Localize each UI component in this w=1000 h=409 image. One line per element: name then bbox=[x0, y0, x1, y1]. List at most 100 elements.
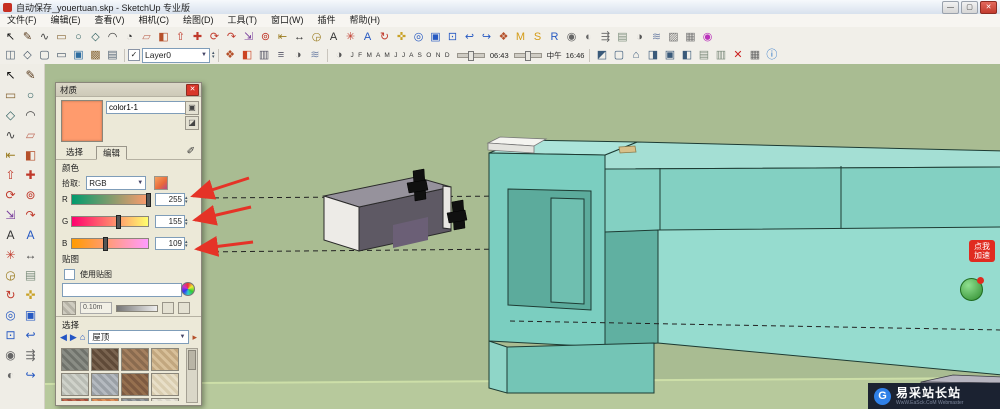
material-swatch-gray-tiles[interactable] bbox=[91, 373, 119, 396]
texture-lock-button[interactable] bbox=[162, 302, 174, 314]
blue-spinner[interactable]: ▴▾ bbox=[185, 240, 188, 248]
shaded-textures-icon[interactable]: ▩ bbox=[87, 47, 104, 63]
display-secondary-pane-button[interactable]: ◪ bbox=[185, 116, 199, 130]
material-name-input[interactable] bbox=[106, 101, 186, 114]
zoom-extents-icon[interactable]: ⊡ bbox=[1, 326, 20, 345]
look-around-icon[interactable]: ◐ bbox=[580, 29, 597, 45]
color-chip-icon[interactable] bbox=[154, 176, 168, 190]
left-view-icon[interactable]: ◧ bbox=[678, 47, 695, 63]
walk-icon[interactable]: ⇶ bbox=[21, 346, 40, 365]
offset-icon[interactable]: ⊚ bbox=[257, 29, 274, 45]
freehand-icon[interactable]: ∿ bbox=[36, 29, 53, 45]
back-arrow-icon[interactable]: ◀ bbox=[60, 332, 67, 343]
rotate-icon[interactable]: ⟳ bbox=[1, 186, 20, 205]
dimension-icon[interactable]: ↔ bbox=[21, 246, 40, 265]
move-icon[interactable]: ✚ bbox=[189, 29, 206, 45]
spin-down-icon[interactable]: ▾ bbox=[212, 55, 215, 59]
color-wheel-icon[interactable] bbox=[181, 282, 195, 296]
minimize-button[interactable]: — bbox=[942, 1, 959, 14]
wireframe-icon[interactable]: ▢ bbox=[36, 47, 53, 63]
tab-select[interactable]: 选择 bbox=[60, 146, 89, 158]
offset-icon[interactable]: ⊚ bbox=[21, 186, 40, 205]
back-edges-icon[interactable]: ◇ bbox=[19, 47, 36, 63]
tab-edit[interactable]: 编辑 bbox=[96, 146, 127, 160]
zoom-window-icon[interactable]: ▣ bbox=[427, 29, 444, 45]
polygon-icon[interactable]: ◇ bbox=[87, 29, 104, 45]
select-icon[interactable]: ↖ bbox=[1, 66, 20, 85]
instructor-info-icon[interactable]: ⓘ bbox=[763, 47, 780, 63]
freehand-icon[interactable]: ∿ bbox=[1, 126, 20, 145]
position-camera-icon[interactable]: ◉ bbox=[563, 29, 580, 45]
dimension-icon[interactable]: ↔ bbox=[291, 29, 308, 45]
zoom-extents-icon[interactable]: ⊡ bbox=[444, 29, 461, 45]
scenes-icon[interactable]: ▦ bbox=[746, 47, 763, 63]
fog-icon[interactable]: ≋ bbox=[648, 29, 665, 45]
line-icon[interactable]: ✎ bbox=[21, 66, 40, 85]
menu-item-3[interactable]: 相机(C) bbox=[132, 14, 177, 27]
follow-me-icon[interactable]: ↷ bbox=[223, 29, 240, 45]
menu-item-1[interactable]: 编辑(E) bbox=[44, 14, 88, 27]
orbit-icon[interactable]: ↻ bbox=[1, 286, 20, 305]
menu-item-6[interactable]: 窗口(W) bbox=[264, 14, 311, 27]
layer-dropdown[interactable]: Layer0 ▼ bbox=[142, 48, 210, 63]
hidden-line-icon[interactable]: ▭ bbox=[53, 47, 70, 63]
shadows-toggle-icon[interactable]: ◑ bbox=[631, 29, 648, 45]
texture-file-input[interactable] bbox=[62, 283, 182, 297]
line-icon[interactable]: ✎ bbox=[19, 29, 36, 45]
arc-icon[interactable]: ◠ bbox=[104, 29, 121, 45]
styles-icon[interactable]: ▨ bbox=[665, 29, 682, 45]
paint-bucket-icon[interactable]: ◧ bbox=[155, 29, 172, 45]
color-wheel-icon[interactable]: ◉ bbox=[699, 29, 716, 45]
outliner-dialog-icon[interactable]: ≡ bbox=[273, 47, 290, 63]
layer-visibility-checkbox[interactable]: ✓ bbox=[128, 49, 140, 61]
section-plane-icon[interactable]: ▤ bbox=[614, 29, 631, 45]
arc-icon[interactable]: ◠ bbox=[21, 106, 40, 125]
select-icon[interactable]: ↖ bbox=[2, 29, 19, 45]
position-camera-icon[interactable]: ◉ bbox=[1, 346, 20, 365]
material-swatch-gray-shingles[interactable] bbox=[61, 348, 89, 371]
create-material-button[interactable]: ▣ bbox=[185, 101, 199, 115]
axes-icon[interactable]: ✳ bbox=[342, 29, 359, 45]
protractor-icon[interactable]: ◶ bbox=[308, 29, 325, 45]
materials-dialog-icon[interactable]: ◧ bbox=[239, 47, 256, 63]
shaded-icon[interactable]: ▣ bbox=[70, 47, 87, 63]
make-component-icon[interactable]: ❖ bbox=[495, 29, 512, 45]
menu-item-2[interactable]: 查看(V) bbox=[88, 14, 132, 27]
shadow-date-slider[interactable] bbox=[457, 53, 485, 58]
zoom-icon[interactable]: ◎ bbox=[1, 306, 20, 325]
rectangle-icon[interactable]: ▭ bbox=[1, 86, 20, 105]
monochrome-icon[interactable]: ▤ bbox=[104, 47, 121, 63]
detail-arrow-icon[interactable]: ▸ bbox=[192, 332, 197, 343]
blue-slider[interactable] bbox=[71, 238, 149, 249]
text-icon[interactable]: A bbox=[1, 226, 20, 245]
3d-text-icon[interactable]: A bbox=[21, 226, 40, 245]
rotate-icon[interactable]: ⟳ bbox=[206, 29, 223, 45]
circle-icon[interactable]: ○ bbox=[21, 86, 40, 105]
material-swatch-tan-shingles[interactable] bbox=[151, 348, 179, 371]
close-icon[interactable]: ✕ bbox=[186, 84, 199, 96]
green-spinner[interactable]: ▴▾ bbox=[185, 218, 188, 226]
red-slider[interactable] bbox=[71, 194, 149, 205]
material-swatch-red-brick-tile[interactable] bbox=[61, 398, 89, 401]
material-swatch-pale-roof[interactable] bbox=[151, 398, 179, 401]
tape-measure-icon[interactable]: ⇤ bbox=[1, 146, 20, 165]
eraser-icon[interactable]: ▱ bbox=[21, 126, 40, 145]
maximize-button[interactable]: ▢ bbox=[961, 1, 978, 14]
rectangle-icon[interactable]: ▭ bbox=[53, 29, 70, 45]
m-button-icon[interactable]: M bbox=[512, 29, 529, 45]
section-cut-toggle-icon[interactable]: ▥ bbox=[712, 47, 729, 63]
material-swatch-beige-roof[interactable] bbox=[151, 373, 179, 396]
polygon-icon[interactable]: ◇ bbox=[1, 106, 20, 125]
iso-view-icon[interactable]: ◩ bbox=[593, 47, 610, 63]
walk-icon[interactable]: ⇶ bbox=[597, 29, 614, 45]
top-view-icon[interactable]: ▢ bbox=[610, 47, 627, 63]
scale-icon[interactable]: ⇲ bbox=[1, 206, 20, 225]
pan-icon[interactable]: ✜ bbox=[21, 286, 40, 305]
texture-reset-button[interactable] bbox=[178, 302, 190, 314]
pie-icon[interactable]: ◔ bbox=[121, 29, 138, 45]
s-button-icon[interactable]: S bbox=[529, 29, 546, 45]
paint-bucket-icon[interactable]: ◧ bbox=[21, 146, 40, 165]
fog-dialog-icon[interactable]: ≋ bbox=[307, 47, 324, 63]
orbit-icon[interactable]: ↻ bbox=[376, 29, 393, 45]
scale-icon[interactable]: ⇲ bbox=[240, 29, 257, 45]
